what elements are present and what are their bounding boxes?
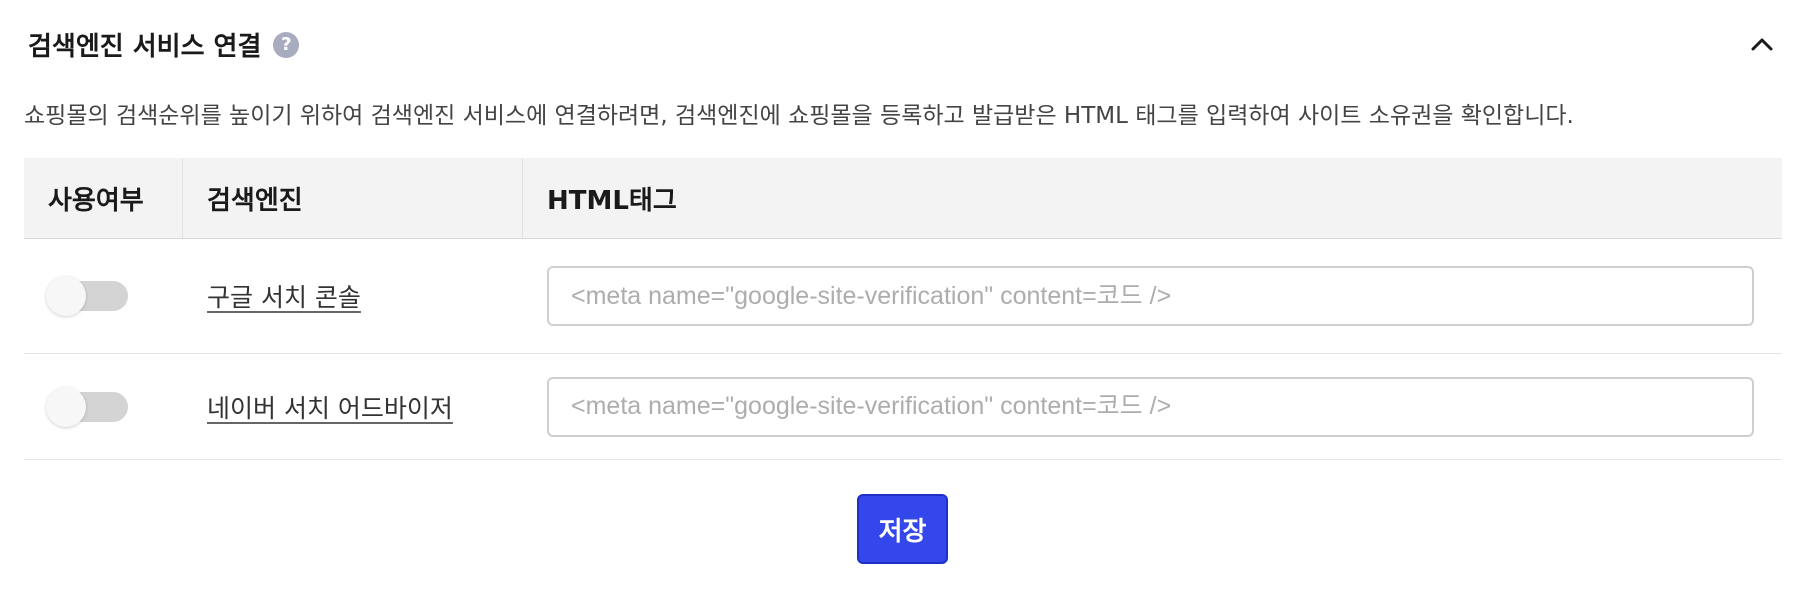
naver-html-tag-input[interactable] (547, 376, 1754, 437)
table-row: 구글 서치 콘솔 (24, 239, 1782, 354)
search-engine-table: 사용여부 검색엔진 HTML태그 구글 서치 콘솔 <meta name="go… (24, 158, 1782, 460)
header-html-tag: HTML태그 (547, 185, 677, 216)
toggle-knob (46, 386, 86, 427)
toggle-knob (46, 276, 86, 316)
section-header: 검색엔진 서비스 연결 ? (28, 26, 300, 63)
naver-use-toggle[interactable] (46, 386, 128, 427)
section-title: 검색엔진 서비스 연결 (28, 32, 262, 62)
html-cell (523, 354, 1782, 459)
html-cell (523, 239, 1782, 353)
use-cell (24, 354, 183, 459)
header-engine: 검색엔진 (183, 158, 523, 238)
save-button[interactable]: 저장 (857, 494, 948, 564)
engine-cell: 구글 서치 콘솔 (183, 239, 523, 353)
header-use: 사용여부 (24, 158, 183, 238)
table-row: 네이버 서치 어드바이저 (24, 354, 1782, 460)
section-description: 쇼핑몰의 검색순위를 높이기 위하여 검색엔진 서비스에 연결하려면, 검색엔진… (24, 103, 1574, 129)
use-cell (24, 239, 183, 353)
collapse-button[interactable] (1742, 26, 1782, 66)
google-html-tag-input[interactable] (547, 266, 1754, 326)
table-header: 사용여부 검색엔진 HTML태그 (24, 158, 1782, 239)
google-search-console-link[interactable]: 구글 서치 콘솔 (207, 278, 361, 314)
engine-cell: 네이버 서치 어드바이저 (183, 354, 523, 459)
naver-search-advisor-link[interactable]: 네이버 서치 어드바이저 (207, 389, 453, 425)
chevron-up-icon (1750, 36, 1774, 56)
search-engine-connection-panel: 검색엔진 서비스 연결 ? 쇼핑몰의 검색순위를 높이기 위하여 검색엔진 서비… (0, 0, 1808, 598)
help-icon[interactable]: ? (273, 31, 300, 58)
google-use-toggle[interactable] (46, 276, 128, 316)
